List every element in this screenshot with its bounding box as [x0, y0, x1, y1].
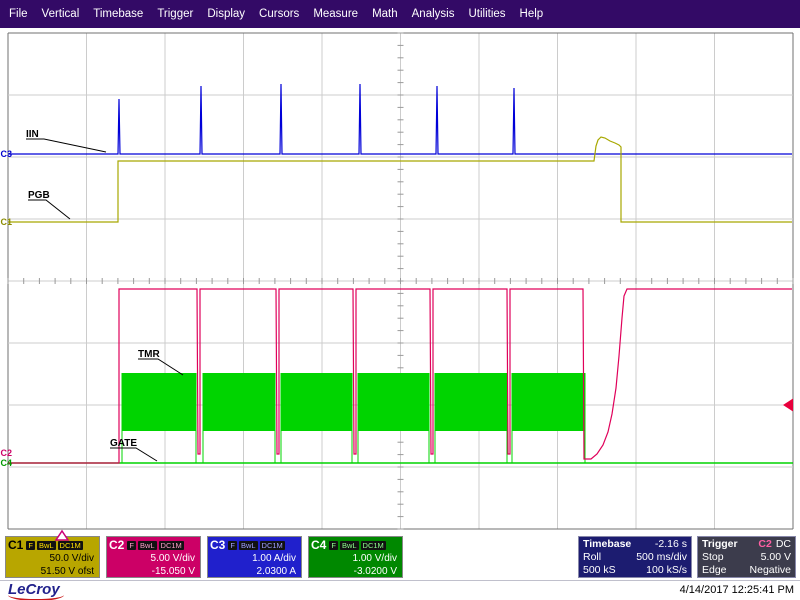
badge-dc1m: DC1M	[260, 541, 285, 550]
timebase-panel[interactable]: Timebase -2.16 s Roll 500 ms/div 500 kS …	[578, 536, 692, 578]
trigger-coupling: DC	[776, 538, 791, 550]
trace-C4-TMR-burst	[203, 373, 275, 431]
channel-c3-offset: 2.0300 A	[210, 565, 299, 578]
timebase-samples: 500 kS	[583, 564, 616, 577]
trigger-level-marker[interactable]	[783, 399, 793, 412]
annotation-line-tmr	[138, 359, 183, 375]
menu-item-vertical[interactable]: Vertical	[35, 0, 87, 28]
channel-label-c2: C2	[109, 538, 124, 552]
trace-C1-PGB	[8, 137, 792, 222]
trace-C4-TMR-burst	[122, 373, 196, 431]
trace-C2-GATE	[8, 289, 792, 463]
channel-marker-c3[interactable]: C3	[1, 149, 13, 159]
lecroy-logo: LeCroy	[8, 581, 60, 599]
menu-item-help[interactable]: Help	[513, 0, 551, 28]
channel-c2-offset: -15.050 V	[109, 565, 198, 578]
channel-marker-c1[interactable]: C1	[1, 217, 13, 227]
channel-label-c4: C4	[311, 538, 326, 552]
trigger-panel[interactable]: Trigger C2 DC Stop 5.00 V Edge Negative	[697, 536, 796, 578]
menu-item-utilities[interactable]: Utilities	[461, 0, 512, 28]
badge-f: F	[228, 541, 237, 550]
waveform-display: IINPGBTMRGATEC3C1C2C4	[0, 0, 800, 600]
trigger-mode: Stop	[702, 551, 724, 564]
channel-c4-offset: -3.0200 V	[311, 565, 400, 578]
trace-C4-TMR-burst	[358, 373, 429, 431]
timebase-per-div: 500 ms/div	[636, 551, 687, 564]
trace-C4-TMR-burst	[435, 373, 507, 431]
channel-label-c1: C1	[8, 538, 23, 552]
timebase-mode: Roll	[583, 551, 601, 564]
badge-dc1m: DC1M	[58, 541, 83, 550]
timebase-value: -2.16 s	[655, 538, 687, 551]
badge-bwl: BwL	[37, 541, 56, 550]
trigger-source: C2	[758, 538, 771, 550]
menu-item-measure[interactable]: Measure	[306, 0, 365, 28]
trace-C4-TMR-burst	[512, 373, 585, 431]
channel-marker-c4[interactable]: C4	[1, 458, 13, 468]
annotation-gate: GATE	[110, 438, 137, 449]
menu-item-cursors[interactable]: Cursors	[252, 0, 306, 28]
channel-c4-vdiv: 1.00 V/div	[311, 552, 400, 565]
trace-C4-TMR-burst	[281, 373, 352, 431]
annotation-iin: IIN	[26, 129, 39, 140]
channel-descriptor-c1[interactable]: C1FBwLDC1M 50.0 V/div51.50 V ofst	[5, 536, 100, 578]
menubar: FileVerticalTimebaseTriggerDisplayCursor…	[0, 0, 800, 28]
badge-bwl: BwL	[239, 541, 258, 550]
menu-item-trigger[interactable]: Trigger	[150, 0, 200, 28]
annotation-line-gate	[110, 448, 157, 461]
annotation-pgb: PGB	[28, 190, 50, 201]
descriptor-strip: C1FBwLDC1M50.0 V/div51.50 V ofstC2FBwLDC…	[0, 530, 800, 580]
menu-item-timebase[interactable]: Timebase	[86, 0, 150, 28]
badge-f: F	[127, 541, 136, 550]
timestamp: 4/14/2017 12:25:41 PM	[680, 581, 794, 600]
logo-swoosh	[8, 595, 64, 600]
timebase-title: Timebase	[583, 538, 631, 551]
badge-dc1m: DC1M	[159, 541, 184, 550]
badge-bwl: BwL	[340, 541, 359, 550]
annotation-line-iin	[26, 139, 106, 152]
trigger-slope: Negative	[750, 564, 791, 577]
channel-marker-c2[interactable]: C2	[1, 448, 13, 458]
badge-f: F	[26, 541, 35, 550]
channel-c1-offset: 51.50 V ofst	[8, 565, 97, 578]
menu-item-display[interactable]: Display	[200, 0, 252, 28]
oscilloscope-screen: { "menu": { "items": ["File","Vertical",…	[0, 0, 800, 600]
channel-label-c3: C3	[210, 538, 225, 552]
timebase-rate: 100 kS/s	[646, 564, 687, 577]
trigger-type: Edge	[702, 564, 727, 577]
annotation-tmr: TMR	[138, 349, 160, 360]
trigger-level: 5.00 V	[761, 551, 791, 564]
badge-dc1m: DC1M	[361, 541, 386, 550]
channel-descriptor-c3[interactable]: C3FBwLDC1M 1.00 A/div2.0300 A	[207, 536, 302, 578]
menu-item-analysis[interactable]: Analysis	[405, 0, 462, 28]
channel-c1-vdiv: 50.0 V/div	[8, 552, 97, 565]
channel-descriptor-c2[interactable]: C2FBwLDC1M 5.00 V/div-15.050 V	[106, 536, 201, 578]
trigger-title: Trigger	[702, 538, 738, 551]
channel-c3-vdiv: 1.00 A/div	[210, 552, 299, 565]
badge-bwl: BwL	[138, 541, 157, 550]
menu-item-math[interactable]: Math	[365, 0, 405, 28]
channel-descriptor-c4[interactable]: C4FBwLDC1M 1.00 V/div-3.0200 V	[308, 536, 403, 578]
badge-f: F	[329, 541, 338, 550]
footer: LeCroy 4/14/2017 12:25:41 PM	[0, 580, 800, 600]
trace-C3-IIN	[8, 84, 792, 154]
channel-c2-vdiv: 5.00 V/div	[109, 552, 198, 565]
menu-item-file[interactable]: File	[2, 0, 35, 28]
annotation-line-pgb	[28, 200, 70, 219]
